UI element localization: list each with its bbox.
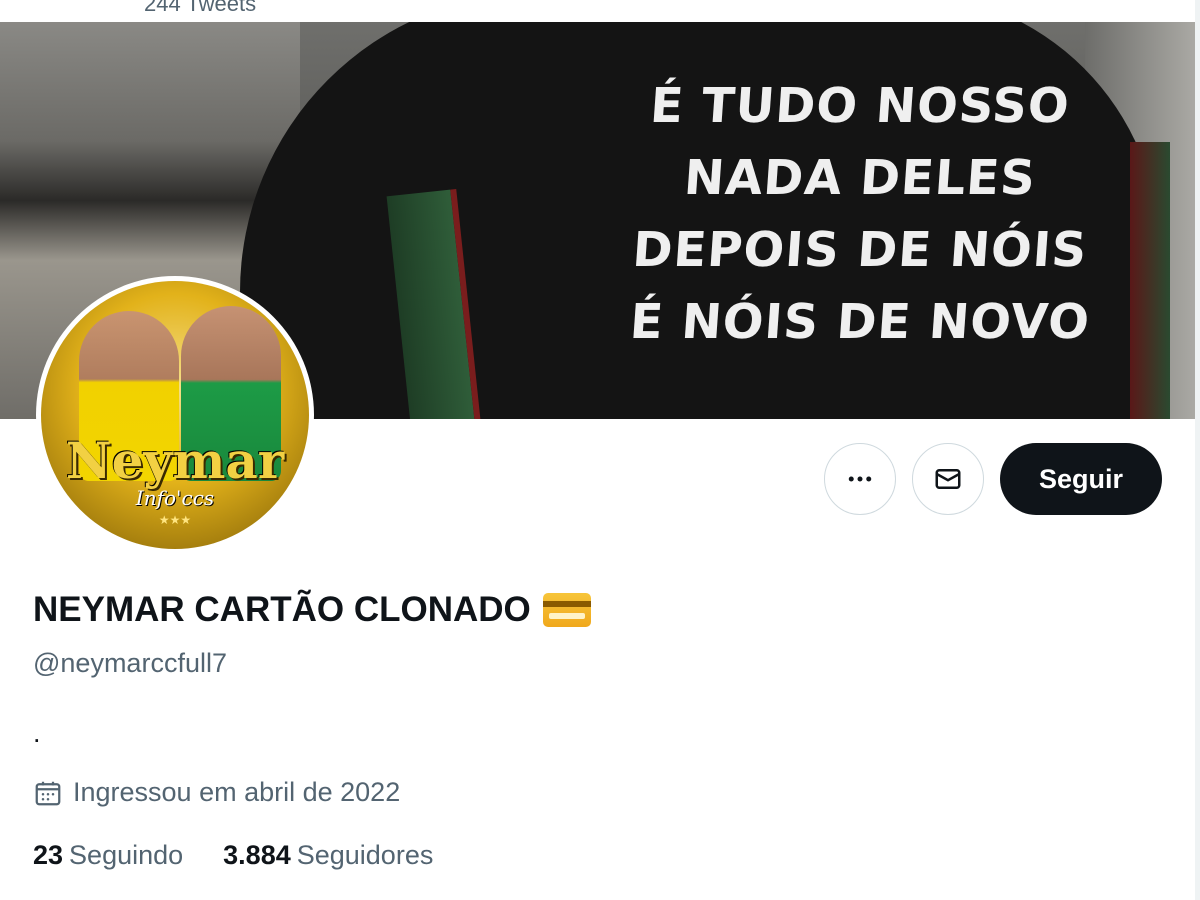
credit-card-icon bbox=[542, 593, 591, 627]
follow-button[interactable]: Seguir bbox=[1000, 443, 1162, 515]
more-horizontal-icon bbox=[848, 476, 872, 482]
display-name-row: NEYMAR CARTÃO CLONADO bbox=[33, 590, 591, 630]
message-button[interactable] bbox=[912, 443, 984, 515]
user-handle: @neymarccfull7 bbox=[33, 648, 227, 678]
join-date-text: Ingressou em abril de 2022 bbox=[73, 777, 401, 807]
shirt-line-2: NADA DELES bbox=[682, 150, 1038, 206]
profile-info: NEYMAR CARTÃO CLONADO @neymarccfull7 bbox=[33, 590, 591, 679]
tweet-count: 244 Tweets bbox=[144, 0, 257, 16]
avatar-subtitle: Info'ccs bbox=[135, 486, 215, 510]
scrollbar-track[interactable] bbox=[1195, 0, 1200, 900]
calendar-icon bbox=[35, 781, 61, 805]
avatar-image: Neymar Info'ccs ★★★ bbox=[41, 281, 309, 549]
followers-label[interactable]: Seguidores bbox=[297, 840, 434, 871]
follow-counts: 23 Seguindo 3.884 Seguidores bbox=[33, 840, 473, 871]
banner-shirt-text: É TUDO NOSSO NADA DELES DEPOIS DE NÓIS É… bbox=[580, 70, 1140, 358]
avatar[interactable]: Neymar Info'ccs ★★★ bbox=[36, 276, 314, 554]
more-button[interactable] bbox=[824, 443, 896, 515]
profile-header-strip: 244 Tweets bbox=[0, 0, 1200, 22]
envelope-icon bbox=[935, 469, 961, 489]
shirt-line-3: DEPOIS DE NÓIS bbox=[630, 222, 1090, 278]
following-count[interactable]: 23 bbox=[33, 840, 63, 871]
shirt-line-4: É NÓIS DE NOVO bbox=[628, 294, 1092, 350]
display-name: NEYMAR CARTÃO CLONADO bbox=[33, 590, 531, 629]
join-date: Ingressou em abril de 2022 bbox=[33, 777, 400, 808]
avatar-stars: ★★★ bbox=[158, 513, 192, 527]
followers-count[interactable]: 3.884 bbox=[223, 840, 291, 871]
bio: . bbox=[33, 718, 41, 748]
following-label[interactable]: Seguindo bbox=[69, 840, 183, 871]
profile-actions: Seguir bbox=[824, 443, 1162, 515]
shirt-line-1: É TUDO NOSSO bbox=[648, 78, 1072, 134]
avatar-brand-text: Neymar bbox=[65, 431, 285, 490]
